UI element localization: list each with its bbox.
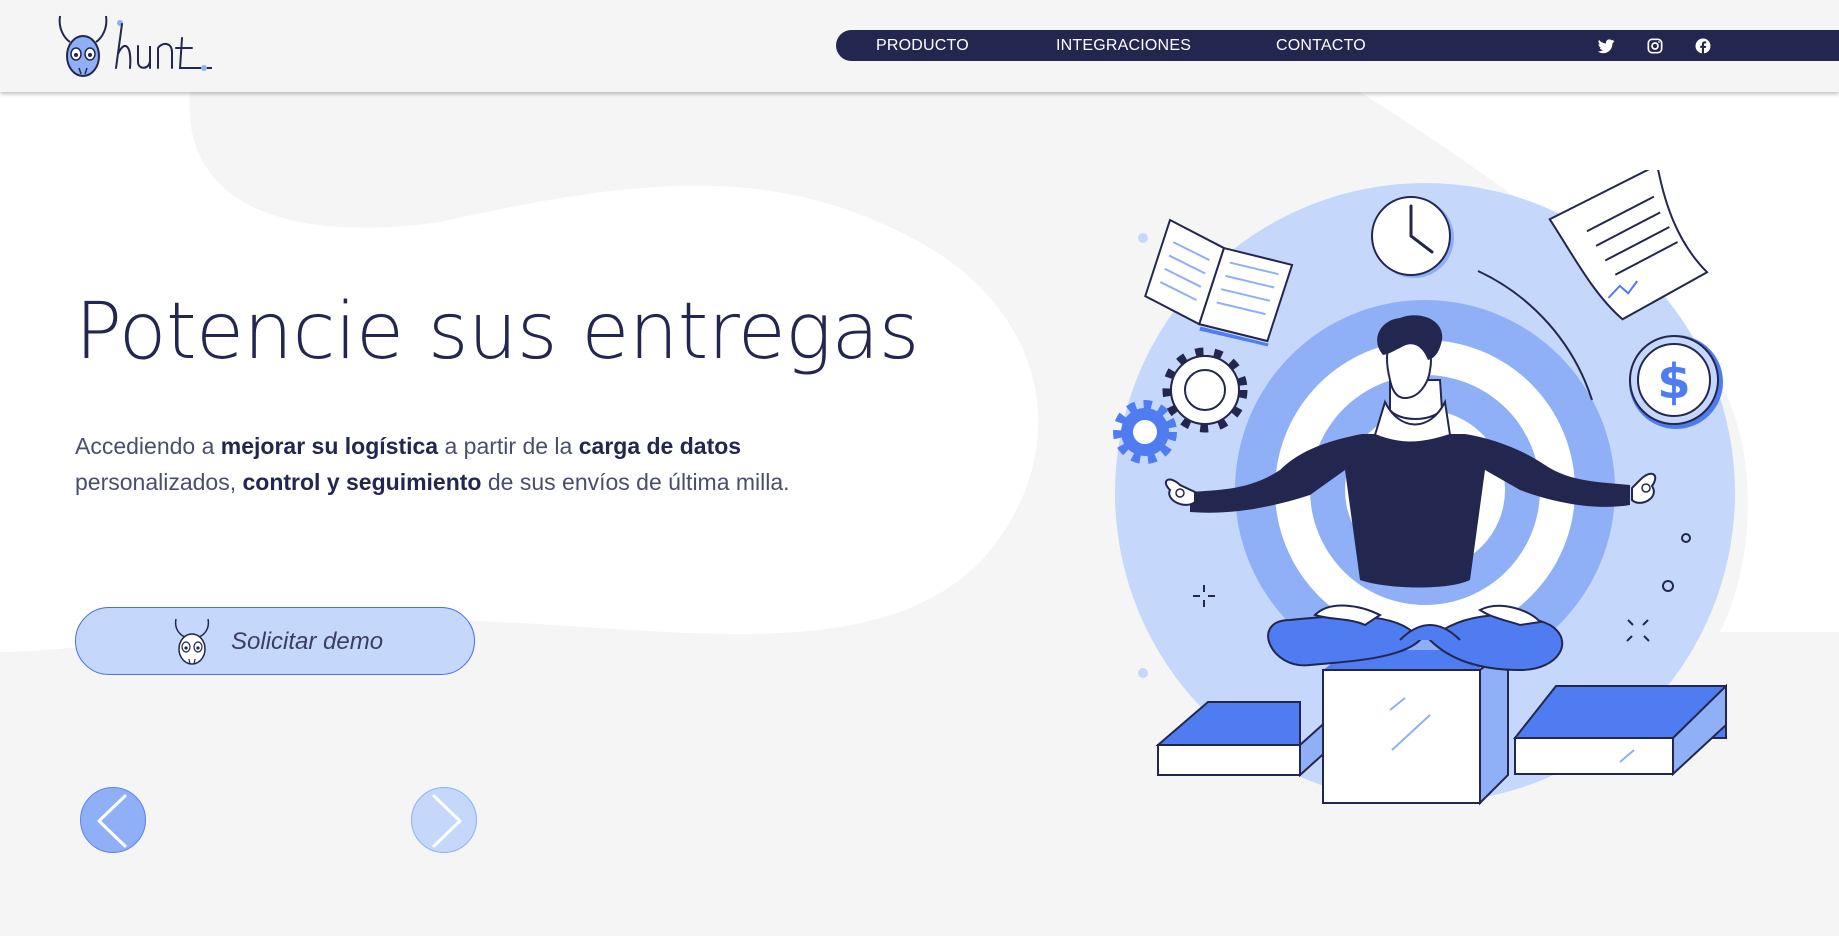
nav-link-contacto[interactable]: CONTACTO — [1276, 30, 1366, 61]
hero-description: Accediendo a mejorar su logística a part… — [75, 433, 790, 495]
twitter-icon[interactable] — [1596, 36, 1616, 56]
ant-icon — [170, 617, 214, 667]
hero-illustration: $ — [1100, 170, 1740, 820]
carousel-next-button[interactable] — [411, 787, 477, 853]
svg-text:$: $ — [1657, 354, 1690, 410]
hero-title: Potencie sus entregas — [75, 287, 919, 377]
carousel-prev-button[interactable] — [80, 787, 146, 853]
nav-link-integraciones[interactable]: INTEGRACIONES — [1056, 30, 1191, 61]
nav-link-producto[interactable]: PRODUCTO — [876, 30, 969, 61]
chevron-left-icon — [97, 794, 127, 848]
main-nav: PRODUCTO INTEGRACIONES CONTACTO — [836, 30, 1839, 61]
request-demo-label: Solicitar demo — [231, 628, 384, 655]
hunt-logo[interactable] — [52, 10, 212, 82]
chevron-right-icon — [432, 794, 462, 848]
instagram-icon[interactable] — [1645, 36, 1665, 56]
request-demo-button[interactable]: Solicitar demo — [75, 607, 475, 675]
site-header: PRODUCTO INTEGRACIONES CONTACTO — [0, 0, 1839, 92]
facebook-icon[interactable] — [1693, 36, 1713, 56]
